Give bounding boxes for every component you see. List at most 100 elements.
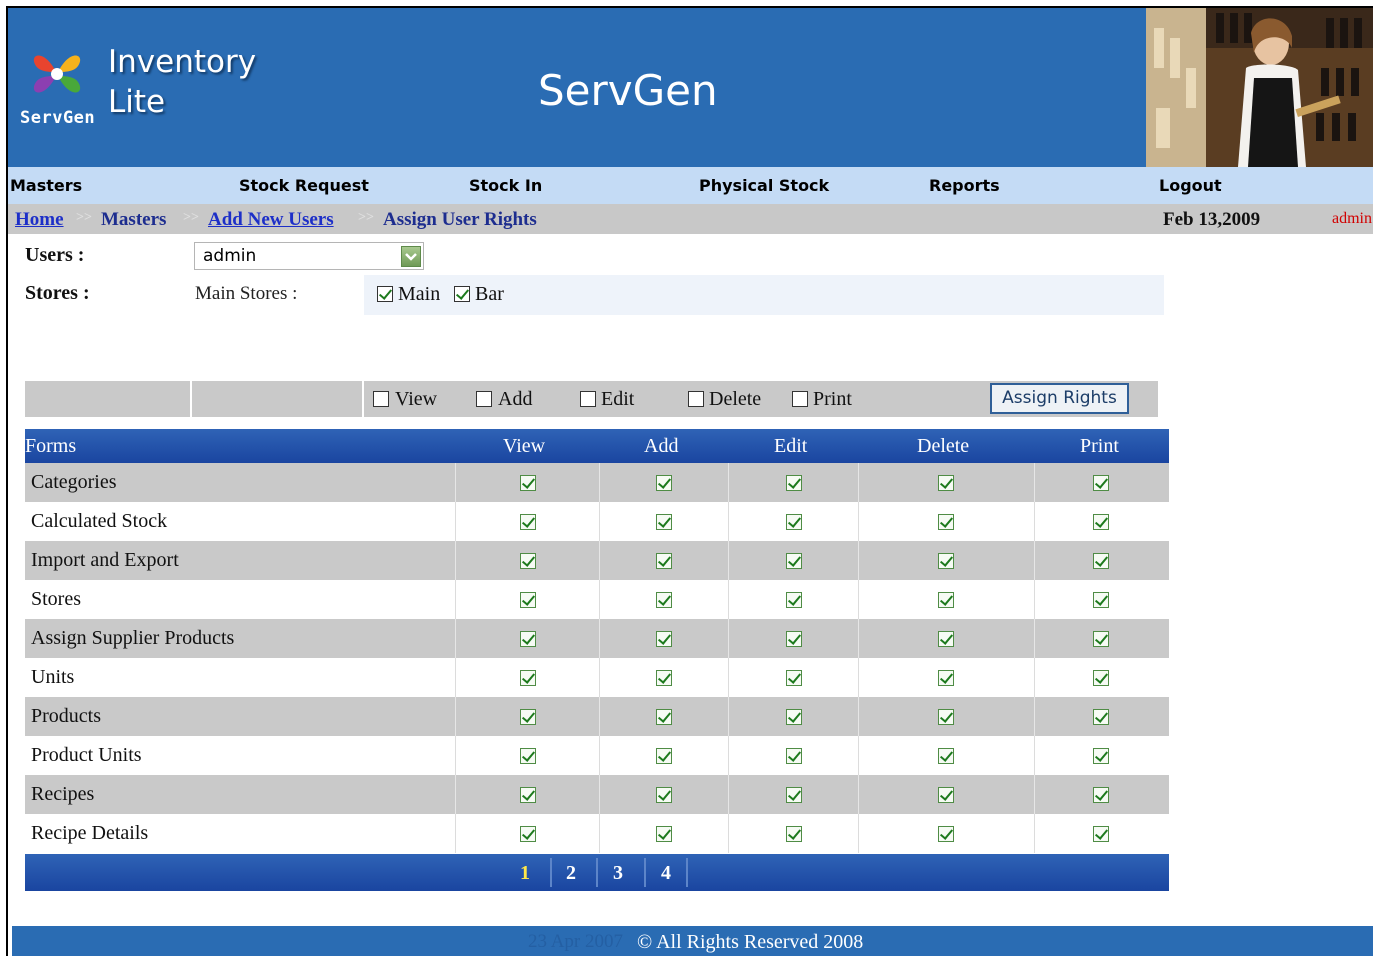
- add-permission-checkbox[interactable]: [656, 670, 672, 686]
- add-permission-checkbox[interactable]: [656, 826, 672, 842]
- edit-permission-checkbox[interactable]: [786, 709, 802, 725]
- store-bar-checkbox[interactable]: [454, 286, 470, 302]
- page-2-link[interactable]: 2: [566, 862, 576, 885]
- add-permission-checkbox[interactable]: [656, 475, 672, 491]
- column-divider: [455, 658, 456, 697]
- nav-reports[interactable]: Reports: [929, 176, 1000, 195]
- print-permission-checkbox[interactable]: [1093, 553, 1109, 569]
- column-divider: [599, 541, 600, 580]
- footer-ghost-text: 23 Apr 2007: [528, 931, 623, 952]
- view-permission-checkbox[interactable]: [520, 553, 536, 569]
- breadcrumb-home[interactable]: Home: [15, 209, 64, 231]
- column-divider: [858, 814, 859, 853]
- users-select[interactable]: admin: [194, 242, 424, 270]
- print-permission-checkbox[interactable]: [1093, 670, 1109, 686]
- select-all-delete-checkbox[interactable]: [688, 391, 704, 407]
- add-permission-checkbox[interactable]: [656, 631, 672, 647]
- table-row: Recipe Details: [25, 814, 1169, 853]
- select-all-delete-label: Delete: [709, 388, 762, 410]
- column-divider: [728, 736, 729, 775]
- edit-permission-checkbox[interactable]: [786, 787, 802, 803]
- nav-masters[interactable]: Masters: [10, 176, 82, 195]
- delete-permission-checkbox[interactable]: [938, 514, 954, 530]
- breadcrumb-add-new-users[interactable]: Add New Users: [208, 209, 334, 231]
- edit-permission-checkbox[interactable]: [786, 748, 802, 764]
- delete-permission-checkbox[interactable]: [938, 592, 954, 608]
- select-all-edit-checkbox[interactable]: [580, 391, 596, 407]
- stores-label: Stores :: [25, 282, 90, 304]
- delete-permission-checkbox[interactable]: [938, 787, 954, 803]
- delete-permission-checkbox[interactable]: [938, 670, 954, 686]
- delete-permission-checkbox[interactable]: [938, 553, 954, 569]
- add-permission-checkbox[interactable]: [656, 553, 672, 569]
- nav-stock-request[interactable]: Stock Request: [239, 176, 369, 195]
- print-permission-checkbox[interactable]: [1093, 748, 1109, 764]
- chevron-down-icon[interactable]: [401, 246, 421, 267]
- product-name-line1: Inventory: [108, 44, 257, 80]
- add-permission-checkbox[interactable]: [656, 787, 672, 803]
- add-permission-checkbox[interactable]: [656, 592, 672, 608]
- form-name: Product Units: [31, 744, 142, 766]
- select-all-add-checkbox[interactable]: [476, 391, 492, 407]
- column-divider: [728, 697, 729, 736]
- view-permission-checkbox[interactable]: [520, 631, 536, 647]
- column-header-edit: Edit: [774, 435, 808, 457]
- store-main-checkbox[interactable]: [377, 286, 393, 302]
- column-divider: [858, 658, 859, 697]
- pagination: 1 2 3 4: [25, 854, 1169, 891]
- edit-permission-checkbox[interactable]: [786, 631, 802, 647]
- edit-permission-checkbox[interactable]: [786, 826, 802, 842]
- print-permission-checkbox[interactable]: [1093, 514, 1109, 530]
- delete-permission-checkbox[interactable]: [938, 826, 954, 842]
- view-permission-checkbox[interactable]: [520, 670, 536, 686]
- view-permission-checkbox[interactable]: [520, 787, 536, 803]
- assign-rights-button[interactable]: Assign Rights: [990, 383, 1129, 414]
- delete-permission-checkbox[interactable]: [938, 748, 954, 764]
- divider: [550, 858, 552, 887]
- table-row: Units: [25, 658, 1169, 697]
- view-permission-checkbox[interactable]: [520, 709, 536, 725]
- column-divider: [728, 463, 729, 502]
- print-permission-checkbox[interactable]: [1093, 475, 1109, 491]
- view-permission-checkbox[interactable]: [520, 748, 536, 764]
- column-divider: [1034, 775, 1035, 814]
- view-permission-checkbox[interactable]: [520, 475, 536, 491]
- column-divider: [1034, 502, 1035, 541]
- select-all-print-checkbox[interactable]: [792, 391, 808, 407]
- add-permission-checkbox[interactable]: [656, 748, 672, 764]
- print-permission-checkbox[interactable]: [1093, 631, 1109, 647]
- edit-permission-checkbox[interactable]: [786, 592, 802, 608]
- select-all-view-checkbox[interactable]: [373, 391, 389, 407]
- divider: [686, 858, 688, 887]
- view-permission-checkbox[interactable]: [520, 514, 536, 530]
- breadcrumb: Home >> Masters >> Add New Users >> Assi…: [8, 204, 1373, 234]
- nav-physical-stock[interactable]: Physical Stock: [699, 176, 829, 195]
- shop-photo-illustration: [1146, 8, 1373, 167]
- edit-permission-checkbox[interactable]: [786, 475, 802, 491]
- print-permission-checkbox[interactable]: [1093, 787, 1109, 803]
- edit-permission-checkbox[interactable]: [786, 514, 802, 530]
- edit-permission-checkbox[interactable]: [786, 553, 802, 569]
- add-permission-checkbox[interactable]: [656, 709, 672, 725]
- page-4-link[interactable]: 4: [661, 862, 671, 885]
- table-row: Recipes: [25, 775, 1169, 814]
- print-permission-checkbox[interactable]: [1093, 709, 1109, 725]
- nav-logout[interactable]: Logout: [1159, 176, 1222, 195]
- delete-permission-checkbox[interactable]: [938, 709, 954, 725]
- print-permission-checkbox[interactable]: [1093, 592, 1109, 608]
- table-row: Stores: [25, 580, 1169, 619]
- page-3-link[interactable]: 3: [613, 862, 623, 885]
- add-permission-checkbox[interactable]: [656, 514, 672, 530]
- view-permission-checkbox[interactable]: [520, 592, 536, 608]
- delete-permission-checkbox[interactable]: [938, 475, 954, 491]
- logged-in-user: admin: [1332, 210, 1372, 227]
- print-permission-checkbox[interactable]: [1093, 826, 1109, 842]
- breadcrumb-separator: >>: [183, 210, 199, 225]
- table-row: Calculated Stock: [25, 502, 1169, 541]
- logo-brand-text: ServGen: [20, 108, 96, 128]
- delete-permission-checkbox[interactable]: [938, 631, 954, 647]
- view-permission-checkbox[interactable]: [520, 826, 536, 842]
- nav-stock-in[interactable]: Stock In: [469, 176, 542, 195]
- edit-permission-checkbox[interactable]: [786, 670, 802, 686]
- page-1-link[interactable]: 1: [520, 862, 530, 885]
